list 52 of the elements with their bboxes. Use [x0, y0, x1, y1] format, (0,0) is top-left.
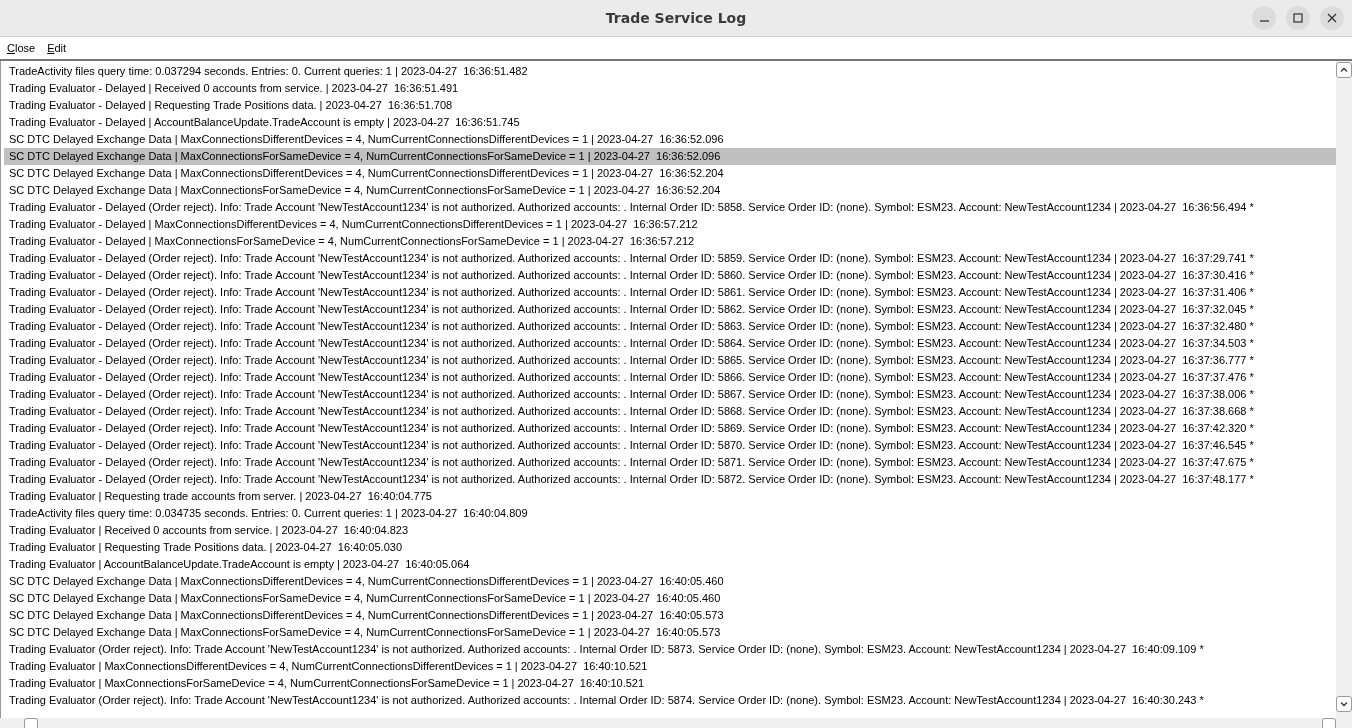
- log-line[interactable]: TradeActivity files query time: 0.037294 seconds. Entries: 0. Current queries: 1 | 2023-04-27 16:36:51.482: [4, 63, 1336, 80]
- log-line[interactable]: Trading Evaluator | MaxConnectionsDifferentDevices = 4, NumCurrentConnectionsDifferentDevices = 1 | 2023-04-27 16:40:10.521: [4, 658, 1336, 675]
- log-line[interactable]: Trading Evaluator - Delayed (Order reject). Info: Trade Account 'NewTestAccount1234' is not authorized. Authorized accounts: . Internal Order ID: 5870. Service Order ID: (none). Symbol: ESM23. Account: NewTestAccount1234 | 2023-04-27 16:37:46.545 *: [4, 437, 1336, 454]
- log-line[interactable]: Trading Evaluator - Delayed (Order reject). Info: Trade Account 'NewTestAccount1234' is not authorized. Authorized accounts: . Internal Order ID: 5862. Service Order ID: (none). Symbol: ESM23. Account: NewTestAccount1234 | 2023-04-27 16:37:32.045 *: [4, 301, 1336, 318]
- log-line[interactable]: TradeActivity files query time: 0.034735 seconds. Entries: 0. Current queries: 1 | 2023-04-27 16:40:04.809: [4, 505, 1336, 522]
- maximize-icon: [1293, 13, 1303, 23]
- menu-item[interactable]: Edit: [47, 42, 67, 54]
- scroll-left-button[interactable]: [24, 718, 38, 728]
- log-line[interactable]: SC DTC Delayed Exchange Data | MaxConnectionsDifferentDevices = 4, NumCurrentConnectionsDifferentDevices = 1 | 2023-04-27 16:40:05.573: [4, 607, 1336, 624]
- log-line[interactable]: Trading Evaluator | Requesting Trade Positions data. | 2023-04-27 16:40:05.030: [4, 539, 1336, 556]
- log-line[interactable]: Trading Evaluator - Delayed (Order reject). Info: Trade Account 'NewTestAccount1234' is not authorized. Authorized accounts: . Internal Order ID: 5858. Service Order ID: (none). Symbol: ESM23. Account: NewTestAccount1234 | 2023-04-27 16:36:56.494 *: [4, 199, 1336, 216]
- log-line[interactable]: Trading Evaluator | Requesting trade accounts from server. | 2023-04-27 16:40:04.775: [4, 488, 1336, 505]
- log-line[interactable]: SC DTC Delayed Exchange Data | MaxConnectionsForSameDevice = 4, NumCurrentConnectionsForSameDevice = 1 | 2023-04-27 16:40:05.460: [4, 590, 1336, 607]
- log-line[interactable]: SC DTC Delayed Exchange Data | MaxConnectionsDifferentDevices = 4, NumCurrentConnectionsDifferentDevices = 1 | 2023-04-27 16:36:52.096: [4, 131, 1336, 148]
- log-line[interactable]: Trading Evaluator - Delayed (Order reject). Info: Trade Account 'NewTestAccount1234' is not authorized. Authorized accounts: . Internal Order ID: 5871. Service Order ID: (none). Symbol: ESM23. Account: NewTestAccount1234 | 2023-04-27 16:37:47.675 *: [4, 454, 1336, 471]
- log-line[interactable]: Trading Evaluator - Delayed (Order reject). Info: Trade Account 'NewTestAccount1234' is not authorized. Authorized accounts: . Internal Order ID: 5859. Service Order ID: (none). Symbol: ESM23. Account: NewTestAccount1234 | 2023-04-27 16:37:29.741 *: [4, 250, 1336, 267]
- log-line[interactable]: Trading Evaluator - Delayed (Order reject). Info: Trade Account 'NewTestAccount1234' is not authorized. Authorized accounts: . Internal Order ID: 5864. Service Order ID: (none). Symbol: ESM23. Account: NewTestAccount1234 | 2023-04-27 16:37:34.503 *: [4, 335, 1336, 352]
- log-line[interactable]: SC DTC Delayed Exchange Data | MaxConnectionsForSameDevice = 4, NumCurrentConnectionsForSameDevice = 1 | 2023-04-27 16:40:05.573: [4, 624, 1336, 641]
- log-line[interactable]: Trading Evaluator - Delayed (Order reject). Info: Trade Account 'NewTestAccount1234' is not authorized. Authorized accounts: . Internal Order ID: 5866. Service Order ID: (none). Symbol: ESM23. Account: NewTestAccount1234 | 2023-04-27 16:37:37.476 *: [4, 369, 1336, 386]
- scroll-right-button[interactable]: [1322, 718, 1336, 728]
- log-line[interactable]: Trading Evaluator - Delayed (Order reject). Info: Trade Account 'NewTestAccount1234' is not authorized. Authorized accounts: . Internal Order ID: 5872. Service Order ID: (none). Symbol: ESM23. Account: NewTestAccount1234 | 2023-04-27 16:37:48.177 *: [4, 471, 1336, 488]
- log-line[interactable]: SC DTC Delayed Exchange Data | MaxConnectionsDifferentDevices = 4, NumCurrentConnectionsDifferentDevices = 1 | 2023-04-27 16:40:05.460: [4, 573, 1336, 590]
- close-icon: [1327, 13, 1337, 23]
- log-line[interactable]: Trading Evaluator - Delayed | Received 0 accounts from service. | 2023-04-27 16:36:51.491: [4, 80, 1336, 97]
- scroll-down-button[interactable]: [1336, 696, 1352, 712]
- log-line[interactable]: Trading Evaluator - Delayed (Order reject). Info: Trade Account 'NewTestAccount1234' is not authorized. Authorized accounts: . Internal Order ID: 5863. Service Order ID: (none). Symbol: ESM23. Account: NewTestAccount1234 | 2023-04-27 16:37:32.480 *: [4, 318, 1336, 335]
- log-line[interactable]: Trading Evaluator (Order reject). Info: Trade Account 'NewTestAccount1234' is not authorized. Authorized accounts: . Internal Order ID: 5873. Service Order ID: (none). Symbol: ESM23. Account: NewTestAccount1234 | 2023-04-27 16:40:09.109 *: [4, 641, 1336, 658]
- log-line[interactable]: Trading Evaluator - Delayed (Order reject). Info: Trade Account 'NewTestAccount1234' is not authorized. Authorized accounts: . Internal Order ID: 5861. Service Order ID: (none). Symbol: ESM23. Account: NewTestAccount1234 | 2023-04-27 16:37:31.406 *: [4, 284, 1336, 301]
- chevron-icon: [1339, 699, 1349, 709]
- minimize-icon: [1259, 20, 1269, 22]
- log-line[interactable]: Trading Evaluator - Delayed | Requesting Trade Positions data. | 2023-04-27 16:36:51.708: [4, 97, 1336, 114]
- chevron-icon: [1339, 65, 1349, 75]
- log-line[interactable]: Trading Evaluator (Order reject). Info: Trade Account 'NewTestAccount1234' is not authorized. Authorized accounts: . Internal Order ID: 5874. Service Order ID: (none). Symbol: ESM23. Account: NewTestAccount1234 | 2023-04-27 16:40:30.243 *: [4, 692, 1336, 709]
- minimize-button[interactable]: [1252, 6, 1276, 30]
- log-line[interactable]: Trading Evaluator - Delayed | MaxConnectionsForSameDevice = 4, NumCurrentConnectionsForSameDevice = 1 | 2023-04-27 16:36:57.212: [4, 233, 1336, 250]
- log-line[interactable]: Trading Evaluator - Delayed (Order reject). Info: Trade Account 'NewTestAccount1234' is not authorized. Authorized accounts: . Internal Order ID: 5869. Service Order ID: (none). Symbol: ESM23. Account: NewTestAccount1234 | 2023-04-27 16:37:42.320 *: [4, 420, 1336, 437]
- menu-item[interactable]: Close: [7, 42, 36, 54]
- close-button[interactable]: [1320, 6, 1344, 30]
- log-line[interactable]: Trading Evaluator - Delayed | AccountBalanceUpdate.TradeAccount is empty | 2023-04-27 16:36:51.745: [4, 114, 1336, 131]
- log-line[interactable]: SC DTC Delayed Exchange Data | MaxConnectionsForSameDevice = 4, NumCurrentConnectionsForSameDevice = 1 | 2023-04-27 16:36:52.204: [4, 182, 1336, 199]
- log-line[interactable]: SC DTC Delayed Exchange Data | MaxConnectionsDifferentDevices = 4, NumCurrentConnectionsDifferentDevices = 1 | 2023-04-27 16:36:52.204: [4, 165, 1336, 182]
- window-title: Trade Service Log: [605, 10, 747, 26]
- scroll-up-button[interactable]: [1336, 62, 1352, 78]
- log-line[interactable]: Trading Evaluator | AccountBalanceUpdate.TradeAccount is empty | 2023-04-27 16:40:05.064: [4, 556, 1336, 573]
- log-line[interactable]: Trading Evaluator - Delayed (Order reject). Info: Trade Account 'NewTestAccount1234' is not authorized. Authorized accounts: . Internal Order ID: 5860. Service Order ID: (none). Symbol: ESM23. Account: NewTestAccount1234 | 2023-04-27 16:37:30.416 *: [4, 267, 1336, 284]
- maximize-button[interactable]: [1286, 6, 1310, 30]
- log-line[interactable]: Trading Evaluator - Delayed (Order reject). Info: Trade Account 'NewTestAccount1234' is not authorized. Authorized accounts: . Internal Order ID: 5865. Service Order ID: (none). Symbol: ESM23. Account: NewTestAccount1234 | 2023-04-27 16:37:36.777 *: [4, 352, 1336, 369]
- log-line[interactable]: Trading Evaluator | Received 0 accounts from service. | 2023-04-27 16:40:04.823: [4, 522, 1336, 539]
- log-line[interactable]: Trading Evaluator | MaxConnectionsForSameDevice = 4, NumCurrentConnectionsForSameDevice = 1 | 2023-04-27 16:40:10.521: [4, 675, 1336, 692]
- log-line[interactable]: Trading Evaluator - Delayed | MaxConnectionsDifferentDevices = 4, NumCurrentConnectionsDifferentDevices = 1 | 2023-04-27 16:36:57.212: [4, 216, 1336, 233]
- log-line[interactable]: Trading Evaluator - Delayed (Order reject). Info: Trade Account 'NewTestAccount1234' is not authorized. Authorized accounts: . Internal Order ID: 5868. Service Order ID: (none). Symbol: ESM23. Account: NewTestAccount1234 | 2023-04-27 16:37:38.668 *: [4, 403, 1336, 420]
- log-line[interactable]: Trading Evaluator - Delayed (Order reject). Info: Trade Account 'NewTestAccount1234' is not authorized. Authorized accounts: . Internal Order ID: 5867. Service Order ID: (none). Symbol: ESM23. Account: NewTestAccount1234 | 2023-04-27 16:37:38.006 *: [4, 386, 1336, 403]
